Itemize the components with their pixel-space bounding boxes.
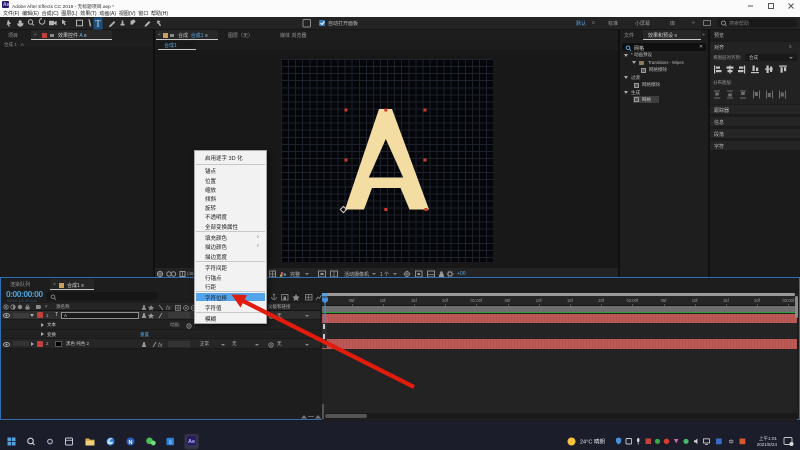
svg-text:中: 中 [729,438,734,446]
svg-text:S: S [169,440,172,446]
svg-text:Ae: Ae [188,439,195,445]
svg-text:N: N [129,440,133,446]
svg-text:24°C 晴朗: 24°C 晴朗 [580,438,605,446]
svg-text:上午1:01: 上午1:01 [759,435,778,442]
svg-text:2021/8/24: 2021/8/24 [757,442,778,447]
